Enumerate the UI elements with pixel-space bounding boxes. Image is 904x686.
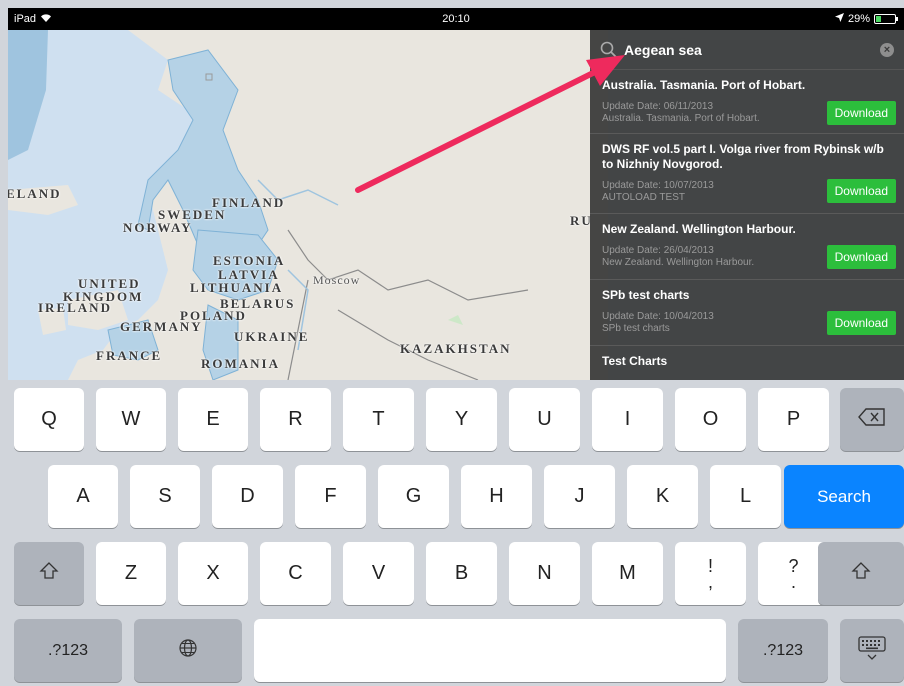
map-label-france: FRANCE [96, 348, 163, 363]
result-title: Test Charts [602, 354, 668, 368]
result-item[interactable]: DWS RF vol.5 part I. Volga river from Ry… [590, 134, 904, 214]
result-title: Australia. Tasmania. Port of Hobart. [602, 78, 806, 92]
key-exclamation-comma[interactable]: ! , [675, 542, 746, 605]
map-label-germany: GERMANY [120, 319, 203, 334]
key-z[interactable]: Z [96, 542, 166, 605]
result-title: New Zealand. Wellington Harbour. [602, 222, 796, 236]
download-button[interactable]: Download [826, 311, 896, 335]
key-b[interactable]: B [426, 542, 497, 605]
space-key[interactable] [254, 619, 726, 682]
numbers-key-left[interactable]: .?123 [14, 619, 122, 682]
key-g[interactable]: G [378, 465, 449, 528]
key-d[interactable]: D [212, 465, 283, 528]
key-x[interactable]: X [178, 542, 248, 605]
download-button[interactable]: Download [826, 101, 896, 125]
key-o[interactable]: O [675, 388, 746, 451]
key-p[interactable]: P [758, 388, 829, 451]
key-period-label: . [790, 571, 796, 592]
key-q[interactable]: Q [14, 388, 84, 451]
result-title: DWS RF vol.5 part I. Volga river from Ry… [602, 142, 884, 171]
key-f[interactable]: F [295, 465, 366, 528]
map-label-moscow: Moscow [313, 273, 361, 287]
keyboard-dismiss-icon [857, 635, 887, 667]
search-icon [600, 41, 618, 59]
key-y[interactable]: Y [426, 388, 497, 451]
battery-icon [874, 14, 898, 24]
map-label-ukraine: UKRAINE [234, 329, 310, 344]
result-item[interactable]: Test Charts [590, 346, 904, 380]
hide-keyboard-key[interactable] [840, 619, 904, 682]
map-label-lithuania: LITHUANIA [190, 280, 284, 295]
result-title: SPb test charts [602, 288, 690, 302]
result-item[interactable]: SPb test charts Update Date: 10/04/2013 … [590, 280, 904, 346]
key-j[interactable]: J [544, 465, 615, 528]
numbers-key-right[interactable]: .?123 [738, 619, 828, 682]
key-u[interactable]: U [509, 388, 580, 451]
onscreen-keyboard: Q W E R T Y U I O P A S D F G H J K L Se… [8, 380, 904, 686]
map-label-iceland: ELAND [8, 186, 62, 201]
map-label-norway: NORWAY [123, 220, 193, 235]
shift-key-left[interactable] [14, 542, 84, 605]
search-input[interactable] [624, 41, 880, 58]
key-k[interactable]: K [627, 465, 698, 528]
battery-percent: 29% [847, 13, 870, 25]
download-button[interactable]: Download [826, 245, 896, 269]
key-t[interactable]: T [343, 388, 414, 451]
globe-key[interactable] [134, 619, 242, 682]
key-a[interactable]: A [48, 465, 118, 528]
backspace-key[interactable] [840, 388, 904, 451]
key-w[interactable]: W [96, 388, 166, 451]
shift-icon [39, 561, 59, 587]
device-name: iPad [14, 13, 37, 25]
globe-icon [178, 638, 198, 664]
search-key[interactable]: Search [784, 465, 904, 528]
key-r[interactable]: R [260, 388, 331, 451]
key-n[interactable]: N [509, 542, 580, 605]
clear-search-icon[interactable]: × [880, 42, 894, 57]
key-e[interactable]: E [178, 388, 248, 451]
result-item[interactable]: Australia. Tasmania. Port of Hobart. Upd… [590, 70, 904, 134]
key-v[interactable]: V [343, 542, 414, 605]
ipad-screen: iPad 20:10 29% ELAND FINLAND SWEDEN NORW… [0, 0, 904, 686]
key-i[interactable]: I [592, 388, 663, 451]
result-item[interactable]: New Zealand. Wellington Harbour. Update … [590, 214, 904, 280]
download-button[interactable]: Download [826, 179, 896, 203]
map-label-ireland: IRELAND [38, 300, 112, 315]
key-l[interactable]: L [710, 465, 781, 528]
key-comma-label: , [707, 571, 713, 592]
key-c[interactable]: C [260, 542, 331, 605]
backspace-icon [858, 407, 886, 432]
shift-icon [851, 561, 871, 587]
status-time: 20:10 [442, 13, 470, 25]
key-m[interactable]: M [592, 542, 663, 605]
wifi-icon [40, 13, 52, 26]
location-arrow-icon [834, 13, 844, 25]
key-h[interactable]: H [461, 465, 532, 528]
shift-key-right[interactable] [818, 542, 904, 605]
map-label-romania: ROMANIA [201, 356, 280, 371]
battery-fill [876, 16, 882, 22]
search-bar: × [590, 30, 904, 70]
search-results-panel: × Australia. Tasmania. Port of Hobart. U… [590, 30, 904, 380]
key-s[interactable]: S [130, 465, 200, 528]
status-bar: iPad 20:10 29% [8, 8, 904, 30]
map-label-kazakhstan: KAZAKHSTAN [400, 341, 512, 356]
